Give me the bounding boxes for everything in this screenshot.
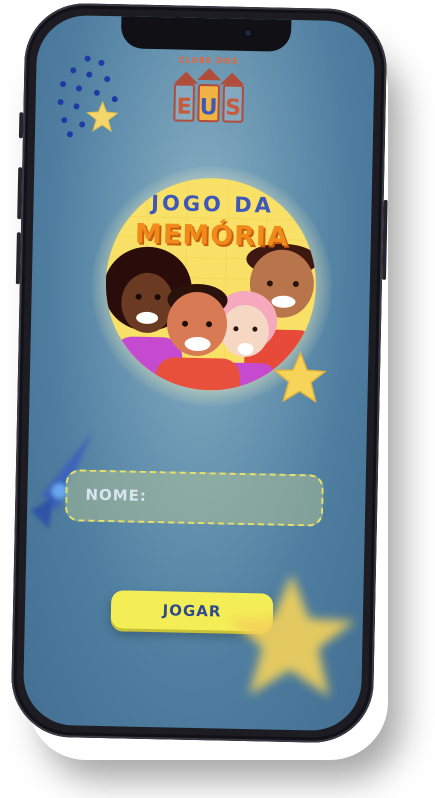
club-logo: CLUBE DOS E U S: [169, 55, 246, 129]
star-icon: [273, 351, 328, 404]
star-icon: [226, 573, 355, 697]
game-title-main: MEMÓRIA: [134, 218, 290, 253]
volume-down-button: [15, 232, 21, 285]
logo-roof: [220, 72, 245, 85]
logo-letter: E: [173, 83, 196, 122]
front-camera: [243, 27, 254, 39]
logo-roof: [174, 71, 199, 84]
app-screen: CLUBE DOS E U S JOGO DA MEMÓRIA NOME: JO…: [22, 14, 376, 732]
notch: [120, 16, 292, 52]
game-title-top: JOGO DA: [150, 190, 275, 218]
name-input[interactable]: NOME:: [64, 469, 324, 527]
name-input-placeholder: NOME:: [85, 485, 148, 505]
logo-letter: U: [197, 83, 220, 123]
logo-letter: S: [222, 84, 245, 123]
star-icon: [86, 100, 119, 133]
mute-switch: [18, 112, 24, 139]
logo-roof: [197, 67, 222, 81]
phone-frame: CLUBE DOS E U S JOGO DA MEMÓRIA NOME: JO…: [10, 2, 388, 744]
logo-letters: E U S: [173, 83, 245, 123]
volume-up-button: [17, 167, 23, 220]
